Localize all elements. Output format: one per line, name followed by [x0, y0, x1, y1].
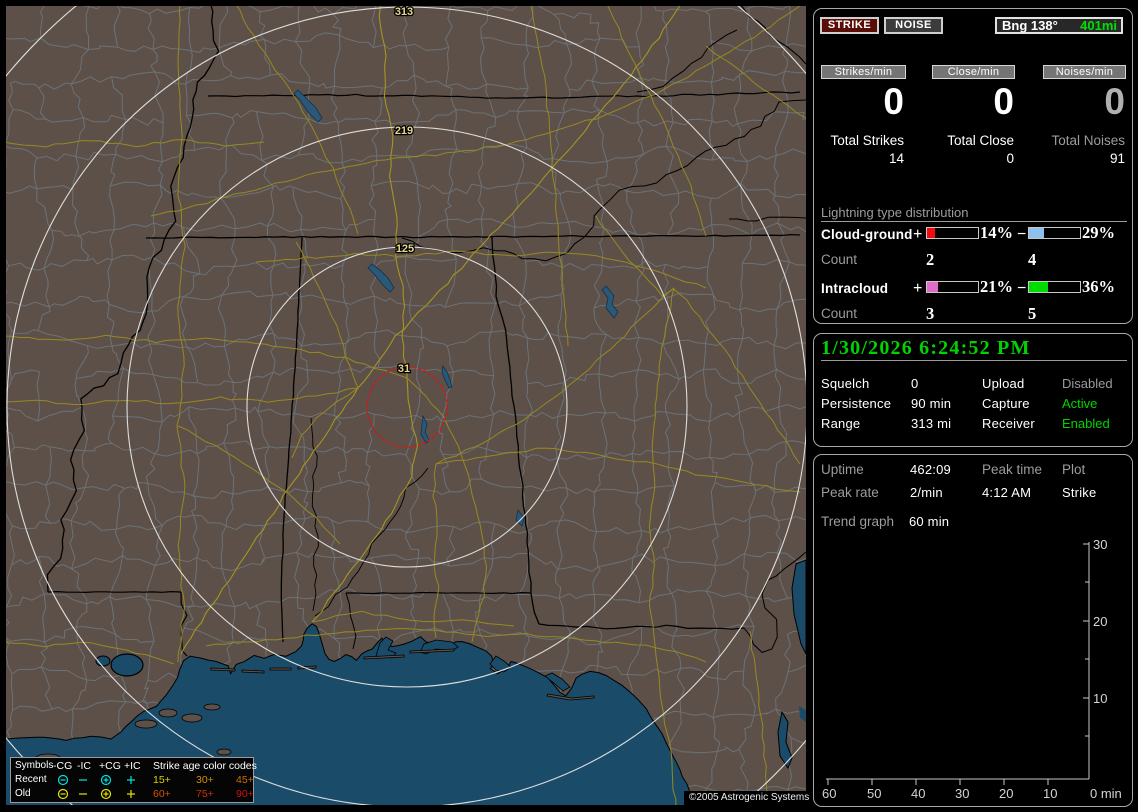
svg-text:313: 313 — [395, 6, 413, 18]
svg-text:30: 30 — [955, 786, 969, 801]
svg-text:10: 10 — [1093, 691, 1107, 706]
svg-text:50: 50 — [867, 786, 881, 801]
svg-text:125: 125 — [396, 243, 414, 255]
svg-text:60: 60 — [822, 786, 836, 801]
svg-text:20: 20 — [1093, 614, 1107, 629]
svg-text:30: 30 — [1093, 537, 1107, 552]
svg-text:40: 40 — [911, 786, 925, 801]
svg-text:219: 219 — [395, 125, 413, 137]
svg-text:10: 10 — [1043, 786, 1057, 801]
svg-text:20: 20 — [999, 786, 1013, 801]
svg-text:0 min: 0 min — [1090, 786, 1122, 801]
svg-text:31: 31 — [398, 363, 410, 375]
